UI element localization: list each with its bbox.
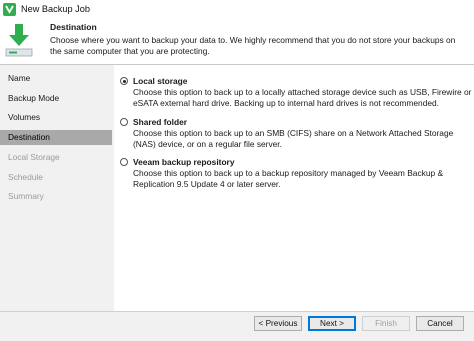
sidebar-item-local-storage: Local Storage xyxy=(8,152,60,162)
veeam-repository-radio[interactable] xyxy=(120,158,128,166)
sidebar-item-volumes[interactable]: Volumes xyxy=(0,110,112,125)
title-bar: New Backup Job xyxy=(0,0,474,20)
veeam-app-icon xyxy=(3,3,16,16)
previous-button[interactable]: < Previous xyxy=(254,316,302,331)
option-title: Local storage xyxy=(133,76,188,86)
sidebar-item-schedule: Schedule xyxy=(8,172,43,182)
option-description: Choose this option to back up to a local… xyxy=(133,87,472,108)
next-button[interactable]: Next > xyxy=(308,316,356,331)
sidebar-item-summary: Summary xyxy=(8,191,44,201)
option-title: Veeam backup repository xyxy=(133,157,235,167)
window-title: New Backup Job xyxy=(21,4,90,14)
sidebar-item-backup-mode[interactable]: Backup Mode xyxy=(0,91,112,106)
destination-options: Local storage Choose this option to back… xyxy=(114,65,474,311)
shared-folder-radio[interactable] xyxy=(120,118,128,126)
option-title: Shared folder xyxy=(133,117,187,127)
page-title: Destination xyxy=(50,22,97,32)
cancel-button[interactable]: Cancel xyxy=(416,316,464,331)
download-arrow-icon xyxy=(5,24,33,57)
wizard-steps-sidebar: Name Backup Mode Volumes Destination Loc… xyxy=(0,65,115,311)
finish-button: Finish xyxy=(362,316,410,331)
option-description: Choose this option to back up to an SMB … xyxy=(133,128,454,149)
page-description: Choose where you want to backup your dat… xyxy=(50,35,456,56)
sidebar-item-name[interactable]: Name xyxy=(0,71,112,86)
sidebar-item-destination[interactable]: Destination xyxy=(0,130,112,145)
local-storage-radio[interactable] xyxy=(120,77,128,85)
wizard-header: Destination Choose where you want to bac… xyxy=(0,20,474,65)
wizard-footer: < Previous Next > Finish Cancel xyxy=(0,311,474,341)
new-backup-job-window: New Backup Job Destination Choose where … xyxy=(0,0,474,341)
option-description: Choose this option to back up to a backu… xyxy=(133,168,444,189)
